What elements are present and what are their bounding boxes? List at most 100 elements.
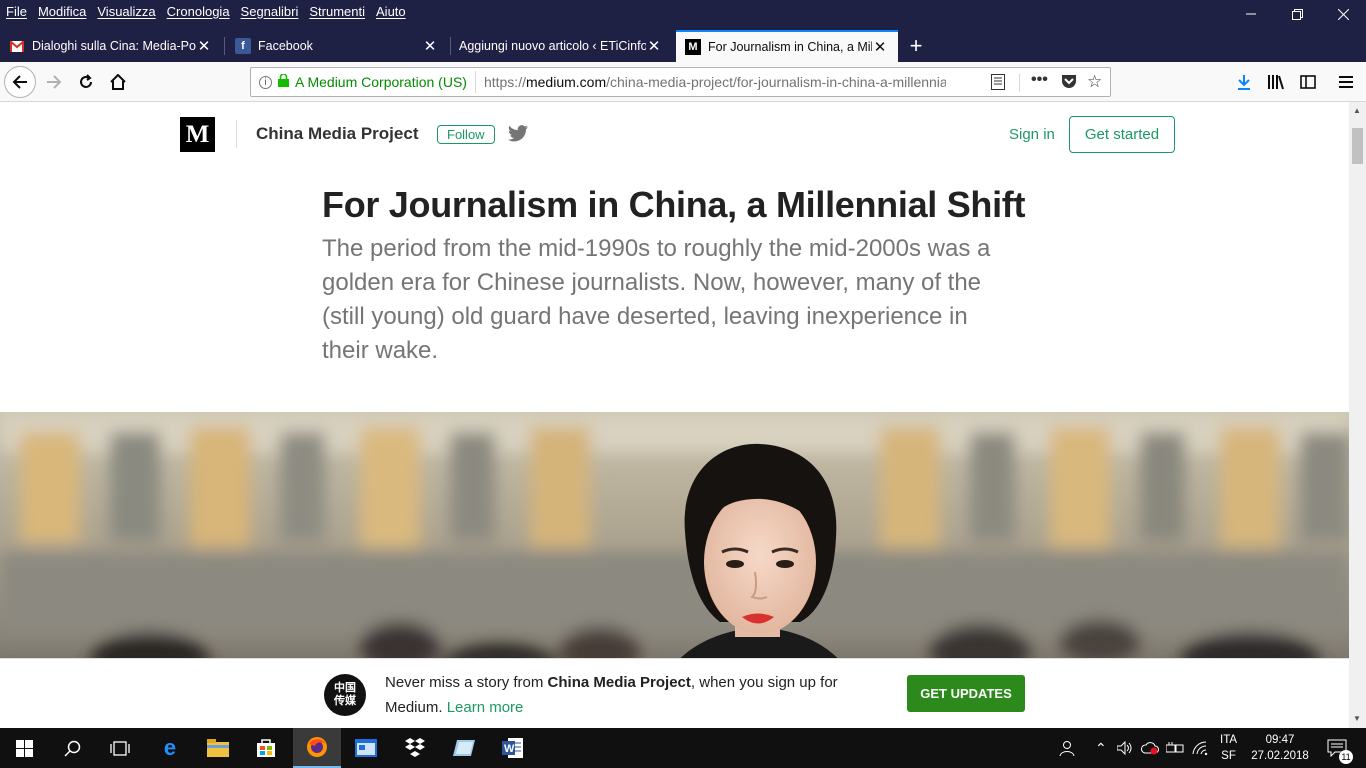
wifi-icon[interactable]	[1192, 728, 1208, 768]
word-icon[interactable]: W	[489, 728, 537, 768]
lock-icon	[278, 73, 289, 90]
notes-app-icon[interactable]	[440, 728, 488, 768]
article-title: For Journalism in China, a Millennial Sh…	[322, 184, 1026, 225]
clock-date: 27.02.2018	[1251, 750, 1309, 762]
edge-icon[interactable]: e	[146, 728, 194, 768]
forward-button[interactable]	[38, 66, 70, 98]
language-code: ITA	[1220, 734, 1238, 746]
publication-name[interactable]: China Media Project	[256, 124, 418, 144]
header-divider	[236, 120, 237, 148]
page-scrollbar[interactable]: ▲ ▼	[1349, 102, 1366, 728]
get-started-button[interactable]: Get started	[1069, 116, 1175, 153]
new-tab-button[interactable]: +	[900, 30, 932, 62]
scroll-thumb[interactable]	[1352, 128, 1363, 164]
menu-modifica[interactable]: Modifica	[38, 4, 86, 19]
search-icon	[63, 740, 80, 757]
windows-icon	[15, 739, 33, 757]
start-button[interactable]	[0, 728, 48, 768]
get-updates-button[interactable]: GET UPDATES	[907, 675, 1025, 712]
banner-text: Never miss a story from China Media Proj…	[385, 670, 865, 720]
home-button[interactable]	[102, 66, 134, 98]
downloads-button[interactable]	[1228, 66, 1260, 98]
arrow-right-icon	[47, 75, 62, 89]
reload-button[interactable]	[70, 66, 102, 98]
tab-gmail[interactable]: Dialoghi sulla Cina: Media-Poli ✕	[0, 30, 222, 62]
url-host: medium.com	[525, 74, 607, 90]
identity-label: A Medium Corporation (US)	[295, 74, 467, 90]
tab-medium[interactable]: M For Journalism in China, a Mille ✕	[676, 30, 898, 62]
minimize-button[interactable]	[1228, 0, 1274, 28]
tab-title: For Journalism in China, a Mille	[708, 40, 872, 54]
bookmark-star-icon[interactable]: ☆	[1087, 72, 1102, 92]
people-icon[interactable]	[1058, 728, 1076, 768]
cloud-sync-icon[interactable]	[1141, 728, 1159, 768]
tab-title: Dialoghi sulla Cina: Media-Poli	[32, 39, 196, 53]
menu-file[interactable]: File	[6, 4, 27, 19]
clock[interactable]: 09:47 27.02.2018	[1251, 728, 1309, 768]
back-button[interactable]	[4, 66, 36, 98]
page-actions-icon[interactable]: •••	[1031, 71, 1048, 89]
medium-logo[interactable]: M	[180, 117, 215, 152]
follow-button[interactable]: Follow	[437, 125, 495, 144]
pocket-icon[interactable]	[1061, 74, 1077, 92]
store-icon[interactable]	[242, 728, 290, 768]
close-tab-icon[interactable]: ✕	[872, 38, 888, 56]
site-identity[interactable]: i A Medium Corporation (US)	[251, 71, 476, 93]
scroll-up-icon[interactable]: ▲	[1353, 106, 1361, 115]
subscribe-banner: 中国传媒 Never miss a story from China Media…	[0, 658, 1349, 728]
power-icon[interactable]	[1166, 728, 1184, 768]
home-icon	[110, 74, 126, 90]
tab-title: Facebook	[258, 39, 313, 53]
browser-titlebar: File Modifica Visualizza Cronologia Segn…	[0, 0, 1366, 62]
close-tab-icon[interactable]: ✕	[646, 37, 662, 55]
scroll-down-icon[interactable]: ▼	[1353, 714, 1361, 723]
tab-eticinfo[interactable]: Aggiungi nuovo articolo ‹ ETiCinfo ✕	[450, 30, 672, 62]
twitter-icon[interactable]	[508, 125, 528, 143]
firefox-icon[interactable]	[293, 728, 341, 768]
language-sub: SF	[1221, 750, 1236, 762]
page-content: M China Media Project Follow Sign in Get…	[0, 102, 1349, 728]
library-button[interactable]	[1260, 66, 1292, 98]
restore-button[interactable]	[1274, 0, 1320, 28]
close-window-button[interactable]	[1320, 0, 1366, 28]
publication-avatar[interactable]: 中国传媒	[324, 674, 366, 716]
close-icon	[1337, 8, 1349, 20]
menu-cronologia[interactable]: Cronologia	[167, 4, 230, 19]
url-prefix: https://	[483, 74, 526, 90]
minimize-icon	[1246, 13, 1256, 15]
chevron-up-icon[interactable]: ⌃	[1095, 728, 1107, 768]
menu-aiuto[interactable]: Aiuto	[376, 4, 406, 19]
menu-bar: File Modifica Visualizza Cronologia Segn…	[0, 0, 411, 22]
tab-facebook[interactable]: f Facebook ✕	[226, 30, 448, 62]
notification-count: 11	[1339, 750, 1353, 764]
open-menu-button[interactable]	[1330, 66, 1362, 98]
close-tab-icon[interactable]: ✕	[196, 37, 212, 55]
svg-text:W: W	[504, 743, 515, 755]
menu-strumenti[interactable]: Strumenti	[309, 4, 365, 19]
sidebar-button[interactable]	[1292, 66, 1324, 98]
action-center-button[interactable]: 11	[1322, 728, 1353, 768]
sign-in-link[interactable]: Sign in	[1009, 126, 1055, 143]
task-view-button[interactable]	[96, 728, 144, 768]
volume-icon[interactable]	[1117, 728, 1133, 768]
file-explorer-icon[interactable]	[194, 728, 242, 768]
url-bar[interactable]: i A Medium Corporation (US) https://medi…	[250, 67, 1111, 97]
dropbox-icon[interactable]	[391, 728, 439, 768]
reader-view-icon[interactable]	[991, 74, 1005, 93]
learn-more-link[interactable]: Learn more	[447, 699, 524, 716]
download-icon	[1238, 75, 1250, 90]
search-button[interactable]	[48, 728, 96, 768]
tab-strip: Dialoghi sulla Cina: Media-Poli ✕ f Face…	[0, 30, 1366, 62]
plus-icon: +	[909, 33, 923, 58]
menu-segnalibri[interactable]: Segnalibri	[241, 4, 299, 19]
close-tab-icon[interactable]: ✕	[422, 37, 438, 55]
url-text[interactable]: https://medium.com/china-media-project/f…	[476, 74, 946, 90]
windows-taskbar: e W ⌃ ITA SF 09:47 27.02.2018 11	[0, 728, 1366, 768]
input-language[interactable]: ITA SF	[1220, 728, 1237, 768]
gmail-icon	[9, 38, 25, 54]
menu-visualizza[interactable]: Visualizza	[97, 4, 155, 19]
url-divider	[1019, 74, 1020, 92]
banner-text-prefix: Never miss a story from	[385, 674, 548, 691]
app-window-icon[interactable]	[342, 728, 390, 768]
tab-separator	[224, 37, 225, 55]
